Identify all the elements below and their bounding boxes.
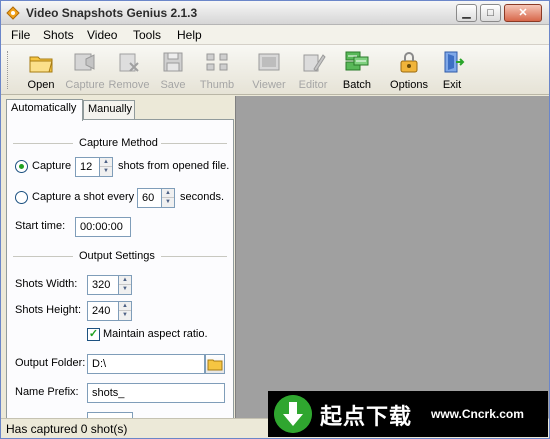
shots-height-label: Shots Height: <box>15 304 82 316</box>
maintain-aspect-label: Maintain aspect ratio. <box>103 328 208 340</box>
thumb-icon <box>206 53 228 71</box>
tab-page-automatically: Capture Method Capture ▲▼ shots from ope… <box>6 119 234 422</box>
watermark-overlay: 起点下载 www.Cncrk.com <box>268 391 548 437</box>
status-text: Has captured 0 shot(s) <box>6 422 128 436</box>
section-divider <box>13 256 73 257</box>
toolbar-grip[interactable] <box>7 51 10 89</box>
app-window: Video Snapshots Genius 2.1.3 ▁ □ ✕ File … <box>0 0 550 439</box>
watermark-brand: 起点下载 <box>320 404 413 429</box>
batch-icon <box>345 51 369 71</box>
preview-area[interactable] <box>235 96 549 418</box>
shots-height-input[interactable] <box>87 301 119 321</box>
close-button[interactable]: ✕ <box>504 4 542 22</box>
tab-manually[interactable]: Manually <box>83 100 135 120</box>
shot-count-spinner[interactable]: ▲ ▼ <box>100 157 113 177</box>
settings-panel: Automatically Manually Capture Method Ca… <box>2 96 234 422</box>
menu-bar: File Shots Video Tools Help <box>1 25 549 45</box>
save-icon <box>163 52 183 72</box>
capture-icon <box>74 53 95 71</box>
start-time-label: Start time: <box>15 220 66 232</box>
shots-width-label: Shots Width: <box>15 278 78 290</box>
exit-button[interactable]: Exit <box>426 49 478 93</box>
section-divider <box>13 143 73 144</box>
menu-shots[interactable]: Shots <box>43 28 74 42</box>
capture-count-radio[interactable] <box>15 160 28 173</box>
title-bar[interactable]: Video Snapshots Genius 2.1.3 ▁ □ ✕ <box>1 1 549 25</box>
maximize-button[interactable]: □ <box>480 4 501 22</box>
menu-file[interactable]: File <box>11 28 30 42</box>
name-prefix-label: Name Prefix: <box>15 386 79 398</box>
tab-automatically[interactable]: Automatically <box>6 99 83 121</box>
thumb-label: Thumb <box>199 79 235 91</box>
interval-seconds-input[interactable] <box>137 188 162 208</box>
interval-seconds-suffix: seconds. <box>180 191 225 203</box>
remove-icon <box>119 53 139 72</box>
thumb-button[interactable]: Thumb <box>191 49 243 93</box>
maintain-aspect-checkbox[interactable]: ✓ <box>87 328 100 341</box>
app-logo-icon <box>6 6 20 20</box>
capture-interval-radio[interactable] <box>15 191 28 204</box>
batch-button[interactable]: Batch <box>331 49 383 93</box>
watermark-url: www.Cncrk.com <box>431 407 524 421</box>
shot-count-suffix: shots from opened file. <box>118 160 230 172</box>
download-arrow-icon <box>274 395 312 433</box>
viewer-icon <box>258 53 280 71</box>
exit-icon <box>444 51 465 73</box>
start-time-input[interactable] <box>75 217 131 237</box>
capture-method-title: Capture Method <box>79 137 158 149</box>
editor-icon <box>303 54 326 72</box>
output-folder-label: Output Folder: <box>15 357 86 369</box>
capture-interval-label: Capture a shot every <box>32 191 135 203</box>
output-settings-title: Output Settings <box>79 250 155 262</box>
window-title: Video Snapshots Genius 2.1.3 <box>26 6 198 20</box>
menu-tools[interactable]: Tools <box>133 28 161 42</box>
exit-label: Exit <box>442 79 462 91</box>
output-folder-input[interactable] <box>87 354 205 374</box>
options-icon <box>400 52 418 73</box>
folder-icon <box>207 359 223 371</box>
interval-seconds-spinner[interactable]: ▲ ▼ <box>162 188 175 208</box>
menu-video[interactable]: Video <box>87 28 117 42</box>
section-divider <box>161 143 227 144</box>
shot-count-input[interactable] <box>75 157 100 177</box>
shots-height-spinner[interactable]: ▲ ▼ <box>119 301 132 321</box>
toolbar: Open Capture Remove Save Thumb Viewer Ed… <box>1 45 549 95</box>
capture-count-label: Capture <box>32 160 72 172</box>
batch-label: Batch <box>342 79 372 91</box>
section-divider <box>161 256 227 257</box>
tab-strip: Automatically Manually <box>6 99 234 121</box>
shots-width-input[interactable] <box>87 275 119 295</box>
open-folder-icon <box>29 56 53 73</box>
shots-width-spinner[interactable]: ▲ ▼ <box>119 275 132 295</box>
browse-folder-button[interactable] <box>205 354 225 374</box>
name-prefix-input[interactable] <box>87 383 225 403</box>
menu-help[interactable]: Help <box>177 28 202 42</box>
minimize-button[interactable]: ▁ <box>456 4 477 22</box>
